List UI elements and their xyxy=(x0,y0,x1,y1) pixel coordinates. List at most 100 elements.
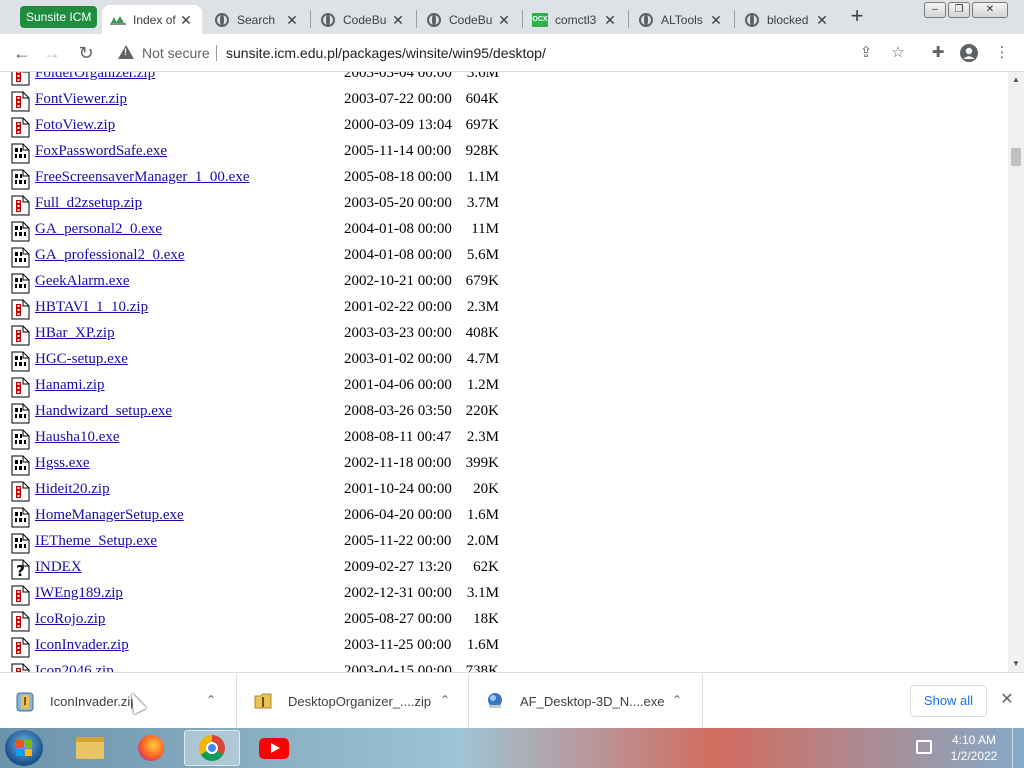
file-link[interactable]: FolderOrganizer.zip xyxy=(35,72,155,82)
file-link[interactable]: FreeScreensaverManager_1_00.exe xyxy=(35,169,249,186)
compressed-file-icon[interactable] xyxy=(11,481,30,502)
file-link[interactable]: Handwizard_setup.exe xyxy=(35,403,172,420)
binary-file-icon[interactable] xyxy=(11,273,30,294)
file-link[interactable]: GA_professional2_0.exe xyxy=(35,247,185,264)
binary-file-icon[interactable] xyxy=(11,351,30,372)
windows-logo-icon xyxy=(16,740,32,756)
file-link[interactable]: Icon2046.zip xyxy=(35,663,114,672)
tab-codebu-2[interactable]: CodeBu ✕ xyxy=(418,5,520,34)
file-link[interactable]: INDEX xyxy=(35,559,82,576)
taskbar-chrome[interactable] xyxy=(184,730,240,766)
compressed-file-icon[interactable] xyxy=(11,585,30,606)
menu-kebab-icon[interactable]: ⋮ xyxy=(992,43,1012,63)
download-item[interactable]: IconInvader.zip ⌃ xyxy=(16,673,236,729)
tab-group-label[interactable]: Sunsite ICM xyxy=(20,6,98,28)
file-link[interactable]: FoxPasswordSafe.exe xyxy=(35,143,167,160)
show-all-button[interactable]: Show all xyxy=(910,685,987,717)
close-tab-icon[interactable]: ✕ xyxy=(814,12,830,28)
binary-file-icon[interactable] xyxy=(11,247,30,268)
compressed-file-icon[interactable] xyxy=(11,195,30,216)
file-link[interactable]: IETheme_Setup.exe xyxy=(35,533,157,550)
compressed-file-icon[interactable] xyxy=(11,325,30,346)
new-tab-button[interactable]: + xyxy=(846,5,868,28)
tab-index-of[interactable]: Index of ✕ xyxy=(102,5,202,34)
show-desktop-button[interactable] xyxy=(1012,728,1024,768)
binary-file-icon[interactable] xyxy=(11,403,30,424)
file-link[interactable]: IconInvader.zip xyxy=(35,637,129,654)
file-link[interactable]: HGC-setup.exe xyxy=(35,351,128,368)
compressed-file-icon[interactable] xyxy=(11,72,30,86)
unknown-file-icon[interactable]: ? xyxy=(11,559,30,580)
close-tab-icon[interactable]: ✕ xyxy=(496,12,512,28)
extensions-icon[interactable]: ✚ xyxy=(928,43,948,63)
binary-file-icon[interactable] xyxy=(11,429,30,450)
restore-button[interactable]: ❐ xyxy=(948,2,970,18)
file-link[interactable]: Hausha10.exe xyxy=(35,429,120,446)
tab-codebu-1[interactable]: CodeBu ✕ xyxy=(312,5,414,34)
binary-file-icon[interactable] xyxy=(11,533,30,554)
close-window-button[interactable]: ✕ xyxy=(972,2,1008,18)
file-link[interactable]: IWEng189.zip xyxy=(35,585,123,602)
address-bar[interactable]: Not secure sunsite.icm.edu.pl/packages/w… xyxy=(104,38,924,68)
file-link[interactable]: Hanami.zip xyxy=(35,377,105,394)
close-tab-icon[interactable]: ✕ xyxy=(178,12,194,28)
file-link[interactable]: HBTAVI_1_10.zip xyxy=(35,299,148,316)
tab-blocked[interactable]: blocked ✕ xyxy=(736,5,838,34)
binary-file-icon[interactable] xyxy=(11,455,30,476)
compressed-file-icon[interactable] xyxy=(11,611,30,632)
compressed-file-icon[interactable] xyxy=(11,377,30,398)
compressed-file-icon[interactable] xyxy=(11,91,30,112)
file-link[interactable]: HomeManagerSetup.exe xyxy=(35,507,184,524)
file-link[interactable]: FotoView.zip xyxy=(35,117,115,134)
close-tab-icon[interactable]: ✕ xyxy=(284,12,300,28)
file-link[interactable]: GA_personal2_0.exe xyxy=(35,221,162,238)
share-icon[interactable]: ⇪ xyxy=(856,43,876,63)
bookmark-star-icon[interactable]: ☆ xyxy=(888,43,908,63)
binary-file-icon[interactable] xyxy=(11,507,30,528)
tab-altools[interactable]: ALTools ✕ xyxy=(630,5,732,34)
tab-comctl3[interactable]: OCX comctl3 ✕ xyxy=(524,5,626,34)
minimize-button[interactable]: – xyxy=(924,2,946,18)
network-tray-icon[interactable] xyxy=(916,740,932,754)
taskbar-firefox[interactable] xyxy=(123,730,179,766)
compressed-file-icon[interactable] xyxy=(11,117,30,138)
close-download-bar-icon[interactable]: ✕ xyxy=(998,691,1016,709)
taskbar-file-explorer[interactable] xyxy=(62,730,118,766)
back-button[interactable]: ← xyxy=(10,41,34,65)
compressed-file-icon[interactable] xyxy=(11,299,30,320)
close-tab-icon[interactable]: ✕ xyxy=(390,12,406,28)
tab-search[interactable]: Search ✕ xyxy=(206,5,308,34)
vertical-scrollbar[interactable]: ▲ ▼ xyxy=(1008,72,1024,672)
download-item[interactable]: DesktopOrganizer_....zip ⌃ xyxy=(254,673,468,729)
forward-button[interactable]: → xyxy=(40,41,64,65)
profile-icon[interactable] xyxy=(959,43,979,63)
scroll-up-arrow-icon[interactable]: ▲ xyxy=(1008,72,1024,88)
start-button[interactable] xyxy=(5,730,43,766)
taskbar-youtube[interactable] xyxy=(246,730,302,766)
file-link[interactable]: IcoRojo.zip xyxy=(35,611,105,628)
system-clock[interactable]: 4:10 AM 1/2/2022 xyxy=(944,732,1004,764)
chevron-up-icon[interactable]: ⌃ xyxy=(672,693,682,707)
file-link[interactable]: Full_d2zsetup.zip xyxy=(35,195,142,212)
scroll-thumb[interactable] xyxy=(1011,148,1021,166)
chevron-up-icon[interactable]: ⌃ xyxy=(206,693,216,707)
binary-file-icon[interactable] xyxy=(11,169,30,190)
download-item[interactable]: AF_Desktop-3D_N....exe ⌃ xyxy=(486,673,702,729)
close-tab-icon[interactable]: ✕ xyxy=(602,12,618,28)
security-indicator[interactable]: Not secure xyxy=(142,45,210,61)
close-tab-icon[interactable]: ✕ xyxy=(708,12,724,28)
warning-icon[interactable] xyxy=(118,45,134,59)
file-link[interactable]: FontViewer.zip xyxy=(35,91,127,108)
binary-file-icon[interactable] xyxy=(11,143,30,164)
file-link[interactable]: GeekAlarm.exe xyxy=(35,273,130,290)
binary-file-icon[interactable] xyxy=(11,221,30,242)
reload-button[interactable]: ↻ xyxy=(74,41,98,65)
file-link[interactable]: Hgss.exe xyxy=(35,455,90,472)
compressed-file-icon[interactable] xyxy=(11,663,30,672)
url-text[interactable]: sunsite.icm.edu.pl/packages/winsite/win9… xyxy=(226,45,546,61)
chevron-up-icon[interactable]: ⌃ xyxy=(440,693,450,707)
file-link[interactable]: Hideit20.zip xyxy=(35,481,110,498)
file-link[interactable]: HBar_XP.zip xyxy=(35,325,115,342)
scroll-down-arrow-icon[interactable]: ▼ xyxy=(1008,656,1024,672)
compressed-file-icon[interactable] xyxy=(11,637,30,658)
